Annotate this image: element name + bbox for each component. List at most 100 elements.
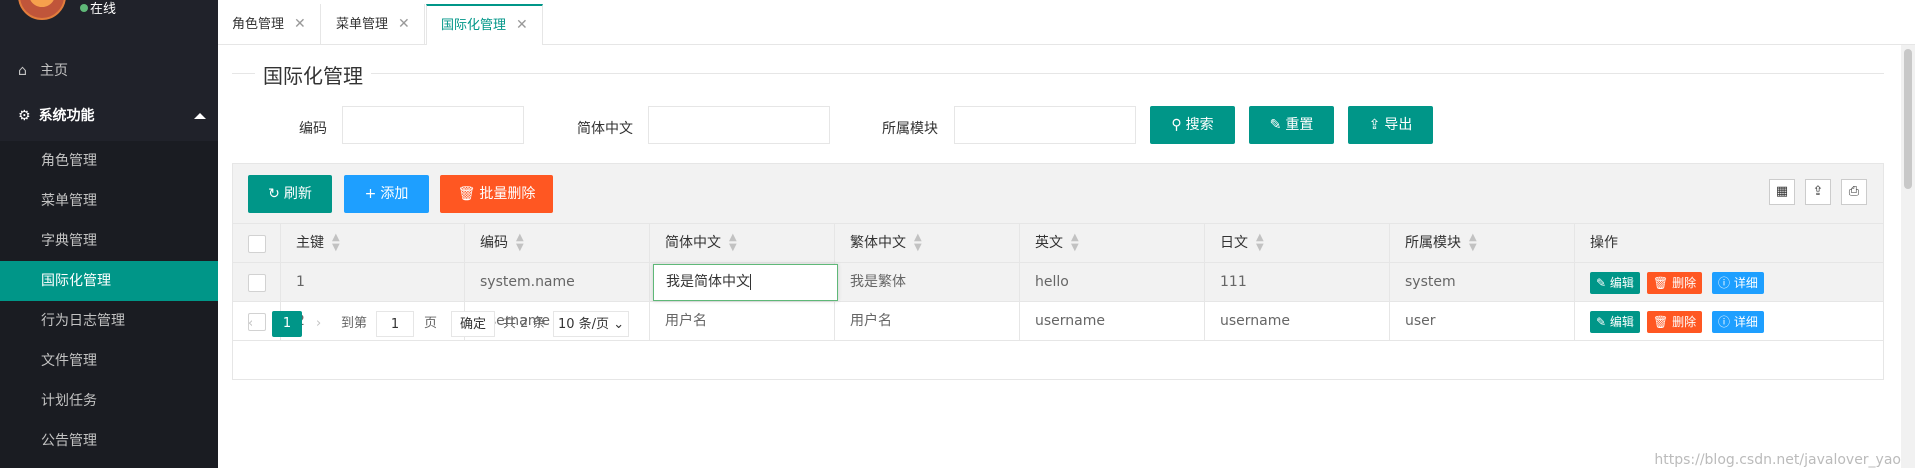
header-tw[interactable]: 繁体中文 ▲ ▼ [835,224,1020,263]
header-label: 操作 [1590,235,1618,251]
cell-module[interactable]: system [1390,263,1575,302]
sidebar-item-role[interactable]: 角色管理 [0,141,218,181]
sidebar-item-dict[interactable]: 字典管理 [0,221,218,261]
inline-edit-input[interactable]: 我是简体中文 [653,264,838,301]
code-label: 编码 [299,121,327,137]
print-icon[interactable]: ⎙ [1841,179,1867,205]
pagination: ‹ 1 › 到第 1 页 确定 共 2 条 10 条/页 ⌄ [233,303,1883,343]
header-checkbox-cell [233,224,281,263]
sort-icon[interactable]: ▲ ▼ [1071,233,1079,253]
sort-icon[interactable]: ▲ ▼ [914,233,922,253]
close-icon[interactable]: ✕ [516,17,528,33]
zh-label: 简体中文 [577,121,633,137]
header-en[interactable]: 英文 ▲ ▼ [1020,224,1205,263]
edit-button[interactable]: ✎ 编辑 [1590,272,1640,294]
row-checkbox-cell [233,263,281,302]
scrollbar-thumb[interactable] [1904,49,1912,189]
page-current[interactable]: 1 [272,311,302,337]
header-label: 简体中文 [665,235,721,251]
header-label: 编码 [480,235,508,251]
refresh-button[interactable]: ↻ 刷新 [248,175,332,213]
page-scrollbar[interactable] [1901,45,1915,468]
zh-input[interactable] [648,106,830,144]
reset-button[interactable]: ✎ 重置 [1249,106,1334,144]
cell-en[interactable]: hello [1020,263,1205,302]
sidebar-item-log[interactable]: 行为日志管理 [0,301,218,341]
button-label: 导出 [1384,117,1413,133]
button-label: 添加 [380,186,409,202]
sidebar: 在线 ⌂ 主页 ⚙ 系统功能 角色管理 菜单管理 字典管理 国际化管理 行为日志管理… [0,0,218,468]
table-row[interactable]: 1 system.name 我是繁体 hello 111 system ✎ 编辑… [233,263,1883,302]
sidebar-item-label: 主页 [40,63,68,79]
header-label: 日文 [1220,235,1248,251]
sidebar-group-system[interactable]: ⚙ 系统功能 [0,96,218,136]
cell-code[interactable]: system.name [465,263,650,302]
header-label: 英文 [1035,235,1063,251]
search-button[interactable]: ⚲ 搜索 [1150,106,1235,144]
sidebar-item-label: 菜单管理 [41,193,97,209]
header-zh[interactable]: 简体中文 ▲ ▼ [650,224,835,263]
table-toolbar: ↻ 刷新 + 添加 🗑 批量删除 ▦ ⇪ ⎙ [233,164,1883,224]
sort-icon[interactable]: ▲ ▼ [1469,233,1477,253]
export-icon[interactable]: ⇪ [1805,179,1831,205]
header-module[interactable]: 所属模块 ▲ ▼ [1390,224,1575,263]
online-status: 在线 [80,0,116,17]
plus-icon: + [364,186,377,202]
search-icon: ⚲ [1171,117,1182,133]
delete-button[interactable]: 🗑 删除 [1647,272,1703,294]
home-icon: ⌂ [18,63,27,79]
header-label: 繁体中文 [850,235,906,251]
cell-id: 1 [281,263,465,302]
sidebar-item-home[interactable]: ⌂ 主页 [0,51,218,91]
sort-icon[interactable]: ▲ ▼ [332,233,340,253]
code-input[interactable] [342,106,524,144]
sidebar-item-i18n[interactable]: 国际化管理 [0,261,218,301]
trash-icon: 🗑 [457,186,476,202]
module-input[interactable] [954,106,1136,144]
next-page-icon[interactable]: › [316,311,321,337]
tab-menu[interactable]: 菜单管理 ✕ [322,4,425,45]
sidebar-item-notice[interactable]: 公告管理 [0,421,218,461]
caret-up-icon [194,113,206,119]
goto-confirm-button[interactable]: 确定 [451,311,496,337]
sidebar-submenu: 角色管理 菜单管理 字典管理 国际化管理 行为日志管理 文件管理 计划任务 公告… [0,141,218,468]
button-label: 刷新 [283,186,312,202]
tab-i18n[interactable]: 国际化管理 ✕ [426,4,543,45]
avatar[interactable] [18,0,66,20]
cell-ja[interactable]: 111 [1205,263,1390,302]
header-ja[interactable]: 日文 ▲ ▼ [1205,224,1390,263]
row-checkbox[interactable] [248,274,266,292]
page-size-select[interactable]: 10 条/页 ⌄ [553,311,630,337]
tab-label: 角色管理 [232,17,285,32]
batch-delete-button[interactable]: 🗑 批量删除 [440,175,553,213]
select-value: 10 条/页 [558,317,610,332]
close-icon[interactable]: ✕ [294,16,306,32]
page-unit-label: 页 [424,316,438,331]
total-count: 共 2 条 [503,316,546,331]
table-header: 主键 ▲ ▼ 编码 ▲ ▼ 简体中文 ▲ ▼ 繁体中文 ▲ ▼ 英文 ▲ ▼ 日文 ▲ ▼ 所属模块 ▲ ▼… [233,224,1883,263]
header-label: 所属模块 [1405,235,1461,251]
sort-icon[interactable]: ▲ ▼ [516,233,524,253]
chevron-down-icon: ⌄ [613,317,625,332]
sort-icon[interactable]: ▲ ▼ [729,233,737,253]
sort-icon[interactable]: ▲ ▼ [1256,233,1264,253]
cell-tw[interactable]: 我是繁体 [835,263,1020,302]
sidebar-item-menu[interactable]: 菜单管理 [0,181,218,221]
detail-button[interactable]: ⓘ 详细 [1712,272,1764,294]
export-button[interactable]: ⇪ 导出 [1348,106,1433,144]
gear-icon: ⚙ [18,108,31,124]
header-code[interactable]: 编码 ▲ ▼ [465,224,650,263]
sidebar-item-label: 角色管理 [41,153,97,169]
add-button[interactable]: + 添加 [344,175,429,213]
header-id[interactable]: 主键 ▲ ▼ [281,224,465,263]
sidebar-item-label: 行为日志管理 [41,313,125,329]
sidebar-item-task[interactable]: 计划任务 [0,381,218,421]
columns-icon[interactable]: ▦ [1769,179,1795,205]
sidebar-item-file[interactable]: 文件管理 [0,341,218,381]
close-icon[interactable]: ✕ [398,16,410,32]
select-all-checkbox[interactable] [248,235,266,253]
goto-page-input[interactable]: 1 [376,311,414,337]
button-label: 删除 [1672,276,1697,290]
tab-role[interactable]: 角色管理 ✕ [218,4,321,45]
prev-page-icon[interactable]: ‹ [248,311,253,337]
